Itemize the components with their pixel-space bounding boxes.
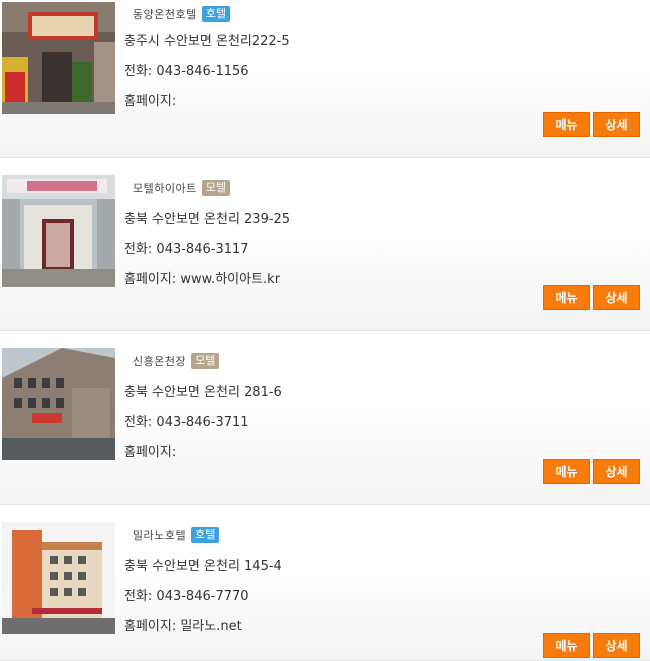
listing-card: 모텔하이아트 모텔 충북 수안보면 온천리 239-25 전화: 043-846… — [0, 158, 650, 331]
listing-address: 충북 수안보면 온천리 239-25 — [124, 212, 291, 227]
listing-homepage: 홈페이지: — [124, 445, 177, 460]
menu-button[interactable]: 메뉴 — [543, 285, 590, 310]
detail-button[interactable]: 상세 — [593, 112, 640, 137]
listing-card: 동양온천호텔 호텔 충주시 수안보면 온천리222-5 전화: 043-846-… — [0, 0, 650, 158]
listing-list: 동양온천호텔 호텔 충주시 수안보면 온천리222-5 전화: 043-846-… — [0, 0, 650, 661]
menu-button[interactable]: 메뉴 — [543, 633, 590, 658]
category-badge: 모텔 — [201, 180, 230, 196]
listing-name[interactable]: 신흥온천장 — [133, 353, 186, 369]
category-badge: 모텔 — [191, 353, 220, 369]
listing-phone: 전화: 043-846-1156 — [124, 64, 249, 79]
listing-photo[interactable] — [2, 2, 115, 114]
listing-name[interactable]: 동양온천호텔 — [133, 6, 197, 22]
listing-homepage: 홈페이지: — [124, 94, 177, 109]
listing-photo[interactable] — [2, 175, 115, 287]
inn-photo-icon — [2, 348, 115, 460]
listing-phone: 전화: 043-846-3711 — [124, 415, 249, 430]
category-badge: 호텔 — [201, 6, 230, 22]
listing-photo[interactable] — [2, 522, 115, 634]
listing-address: 충북 수안보면 온천리 145-4 — [124, 559, 282, 574]
listing-title: 신흥온천장 모텔 — [133, 353, 220, 369]
hotel-photo-icon — [2, 2, 115, 114]
listing-address: 충주시 수안보면 온천리222-5 — [124, 34, 290, 49]
listing-card: 신흥온천장 모텔 충북 수안보면 온천리 281-6 전화: 043-846-3… — [0, 331, 650, 505]
listing-phone: 전화: 043-846-3117 — [124, 242, 249, 257]
menu-button[interactable]: 메뉴 — [543, 459, 590, 484]
listing-actions: 메뉴 상세 — [543, 633, 640, 658]
hotel-photo-icon — [2, 522, 115, 634]
category-badge: 호텔 — [191, 527, 220, 543]
listing-actions: 메뉴 상세 — [543, 112, 640, 137]
listing-title: 동양온천호텔 호텔 — [133, 6, 230, 22]
listing-address: 충북 수안보면 온천리 281-6 — [124, 385, 282, 400]
listing-homepage: 홈페이지: 밀라노.net — [124, 619, 242, 634]
listing-card: 밀라노호텔 호텔 충북 수안보면 온천리 145-4 전화: 043-846-7… — [0, 505, 650, 661]
detail-button[interactable]: 상세 — [593, 459, 640, 484]
listing-title: 모텔하이아트 모텔 — [133, 180, 230, 196]
listing-title: 밀라노호텔 호텔 — [133, 527, 220, 543]
listing-name[interactable]: 밀라노호텔 — [133, 527, 186, 543]
menu-button[interactable]: 메뉴 — [543, 112, 590, 137]
detail-button[interactable]: 상세 — [593, 285, 640, 310]
detail-button[interactable]: 상세 — [593, 633, 640, 658]
listing-phone: 전화: 043-846-7770 — [124, 589, 249, 604]
listing-name[interactable]: 모텔하이아트 — [133, 180, 197, 196]
listing-actions: 메뉴 상세 — [543, 459, 640, 484]
listing-actions: 메뉴 상세 — [543, 285, 640, 310]
motel-photo-icon — [2, 175, 115, 287]
listing-homepage: 홈페이지: www.하이아트.kr — [124, 272, 281, 287]
listing-photo[interactable] — [2, 348, 115, 460]
